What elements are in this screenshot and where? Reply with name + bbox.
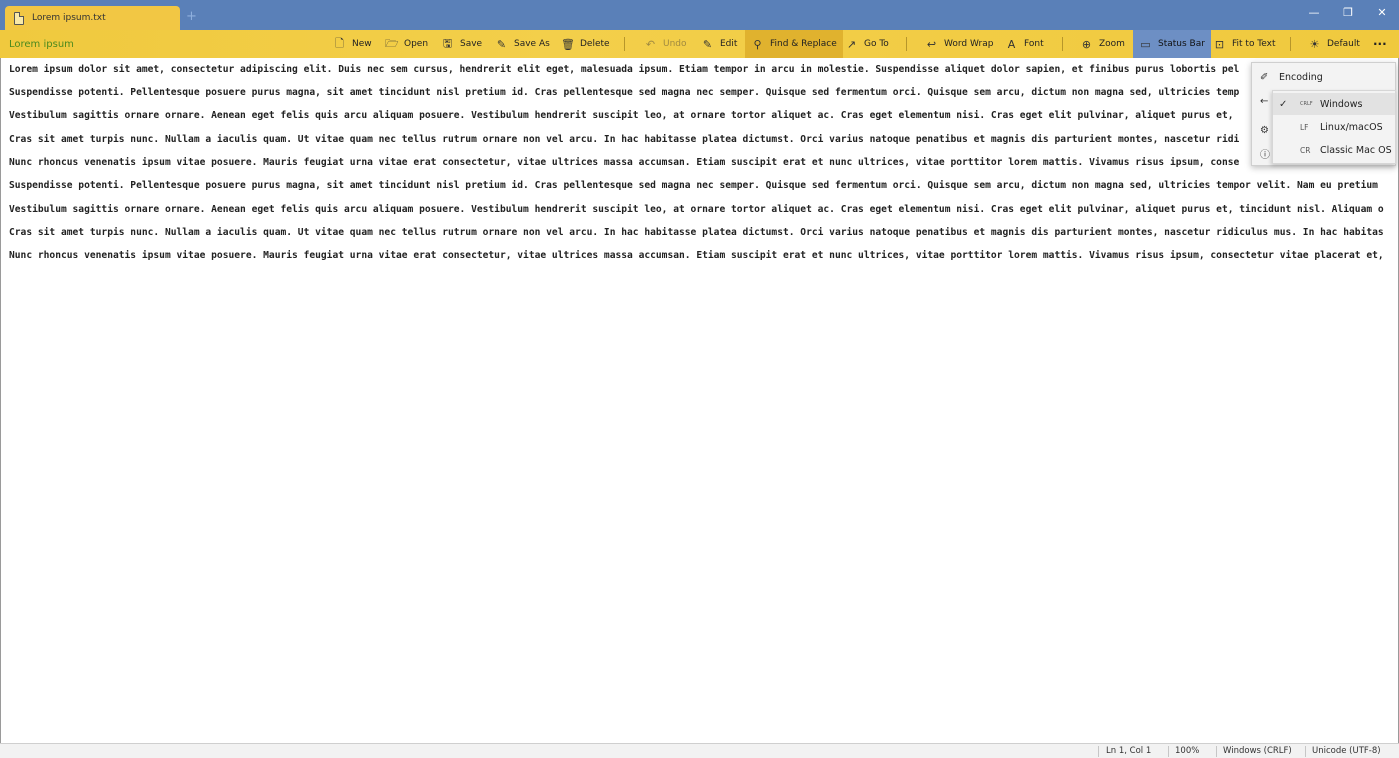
line-ending-linux-macos[interactable]: LF Linux/macOS	[1273, 116, 1395, 138]
editor-line: Nunc rhoncus venenatis ipsum vitae posue…	[9, 250, 1384, 261]
save-button[interactable]: 🖫 Save	[441, 30, 482, 58]
minimize-button[interactable]: —	[1297, 0, 1331, 24]
editor-line: Suspendisse potenti. Pellentesque posuer…	[9, 87, 1240, 98]
info-icon: ⓘ	[1260, 149, 1270, 161]
restore-button[interactable]: ❐	[1331, 0, 1365, 24]
close-button[interactable]: ✕	[1365, 0, 1399, 24]
save-icon: 🖫	[442, 36, 453, 50]
toolbar-separator	[1290, 37, 1291, 51]
line-ending-status[interactable]: Windows (CRLF)	[1223, 746, 1292, 756]
back-arrow-icon: ←	[1260, 95, 1269, 107]
status-separator	[1216, 746, 1217, 757]
encoding-icon: ✐	[1260, 71, 1269, 83]
font-button[interactable]: A Font	[1005, 30, 1044, 58]
menu-item-encoding[interactable]: ✐ Encoding	[1252, 66, 1395, 88]
new-button[interactable]: 🗋 New	[333, 30, 372, 58]
line-ending-submenu: ✓ CRLF Windows LF Linux/macOS CR Classic…	[1272, 90, 1396, 164]
tab-lorem-ipsum[interactable]: Lorem ipsum.txt	[5, 6, 180, 30]
tab-label: Lorem ipsum.txt	[32, 13, 106, 23]
line-ending-code: CR	[1300, 145, 1311, 155]
edit-button[interactable]: ✎ Edit	[701, 30, 738, 58]
status-bar: Ln 1, Col 1 100% Windows (CRLF) Unicode …	[0, 743, 1399, 758]
editor-line: Vestibulum sagittis ornare ornare. Aenea…	[9, 110, 1234, 121]
theme-button[interactable]: ☀ Default	[1308, 30, 1360, 58]
word-wrap-icon: ↩	[926, 37, 937, 51]
fit-to-text-button[interactable]: ⊡ Fit to Text	[1213, 30, 1276, 58]
cursor-position[interactable]: Ln 1, Col 1	[1106, 746, 1151, 756]
zoom-icon: ⊕	[1081, 37, 1092, 51]
line-ending-label: Classic Mac OS	[1320, 144, 1392, 156]
more-button[interactable]: ···	[1373, 30, 1387, 58]
line-ending-classic-mac[interactable]: CR Classic Mac OS	[1273, 139, 1395, 161]
new-file-icon: 🗋	[335, 36, 344, 50]
editor-line: Suspendisse potenti. Pellentesque posuer…	[9, 180, 1378, 191]
word-wrap-button[interactable]: ↩ Word Wrap	[925, 30, 994, 58]
text-editor[interactable]: Lorem ipsum dolor sit amet, consectetur …	[0, 58, 1399, 743]
editor-line: Nunc rhoncus venenatis ipsum vitae posue…	[9, 157, 1240, 168]
toolbar-separator	[624, 37, 625, 51]
menu-item-about[interactable]: ⓘ	[1252, 142, 1272, 164]
menu-item-line-ending[interactable]: ←	[1252, 90, 1272, 112]
toolbar: Lorem ipsum 🗋 New 🗁 Open 🖫 Save ✎ Save A…	[0, 30, 1399, 58]
line-ending-label: Windows	[1320, 98, 1363, 110]
search-icon: ⚲	[753, 37, 762, 51]
line-ending-label: Linux/macOS	[1320, 121, 1383, 133]
editor-line: Cras sit amet turpis nunc. Nullam a iacu…	[9, 227, 1384, 238]
zoom-level[interactable]: 100%	[1175, 746, 1199, 756]
menu-item-settings[interactable]: ⚙	[1252, 119, 1272, 141]
find-replace-button[interactable]: ⚲ Find & Replace	[745, 30, 843, 58]
document-icon	[14, 11, 24, 25]
sun-icon: ☀	[1309, 37, 1320, 51]
line-ending-code: LF	[1300, 122, 1309, 132]
undo-icon: ↶	[645, 37, 656, 51]
window-controls: — ❐ ✕	[1297, 0, 1399, 24]
new-tab-button[interactable]: +	[186, 9, 197, 24]
gear-icon: ⚙	[1260, 124, 1269, 136]
status-bar-icon: ▭	[1140, 37, 1151, 51]
delete-icon: 🗑	[561, 37, 575, 51]
line-ending-code: CRLF	[1300, 101, 1313, 107]
fit-to-text-icon: ⊡	[1214, 37, 1225, 51]
font-icon: A	[1007, 37, 1016, 51]
status-separator	[1098, 746, 1099, 757]
checkmark-icon: ✓	[1279, 98, 1288, 110]
delete-button[interactable]: 🗑 Delete	[561, 30, 610, 58]
document-title: Lorem ipsum	[9, 39, 74, 50]
line-ending-windows[interactable]: ✓ CRLF Windows	[1273, 93, 1395, 115]
open-button[interactable]: 🗁 Open	[385, 30, 428, 58]
encoding-status[interactable]: Unicode (UTF-8)	[1312, 746, 1381, 756]
save-as-button[interactable]: ✎ Save As	[495, 30, 550, 58]
status-bar-toggle[interactable]: ▭ Status Bar	[1133, 30, 1211, 58]
open-file-icon: 🗁	[385, 36, 399, 50]
undo-button[interactable]: ↶ Undo	[644, 30, 687, 58]
status-separator	[1305, 746, 1306, 757]
editor-line: Vestibulum sagittis ornare ornare. Aenea…	[9, 204, 1384, 215]
save-as-icon: ✎	[496, 37, 507, 51]
toolbar-separator	[1062, 37, 1063, 51]
title-bar: Lorem ipsum.txt + — ❐ ✕	[0, 0, 1399, 30]
toolbar-separator	[906, 37, 907, 51]
editor-line: Lorem ipsum dolor sit amet, consectetur …	[9, 64, 1240, 75]
zoom-button[interactable]: ⊕ Zoom	[1080, 30, 1125, 58]
editor-line: Cras sit amet turpis nunc. Nullam a iacu…	[9, 134, 1240, 145]
pencil-icon: ✎	[702, 37, 713, 51]
more-menu: ✐ Encoding ← ⚙ ⓘ ✓ CRLF Windows LF Linux…	[1251, 62, 1396, 166]
arrow-up-right-icon: ↗	[846, 37, 857, 51]
go-to-button[interactable]: ↗ Go To	[845, 30, 889, 58]
status-separator	[1168, 746, 1169, 757]
